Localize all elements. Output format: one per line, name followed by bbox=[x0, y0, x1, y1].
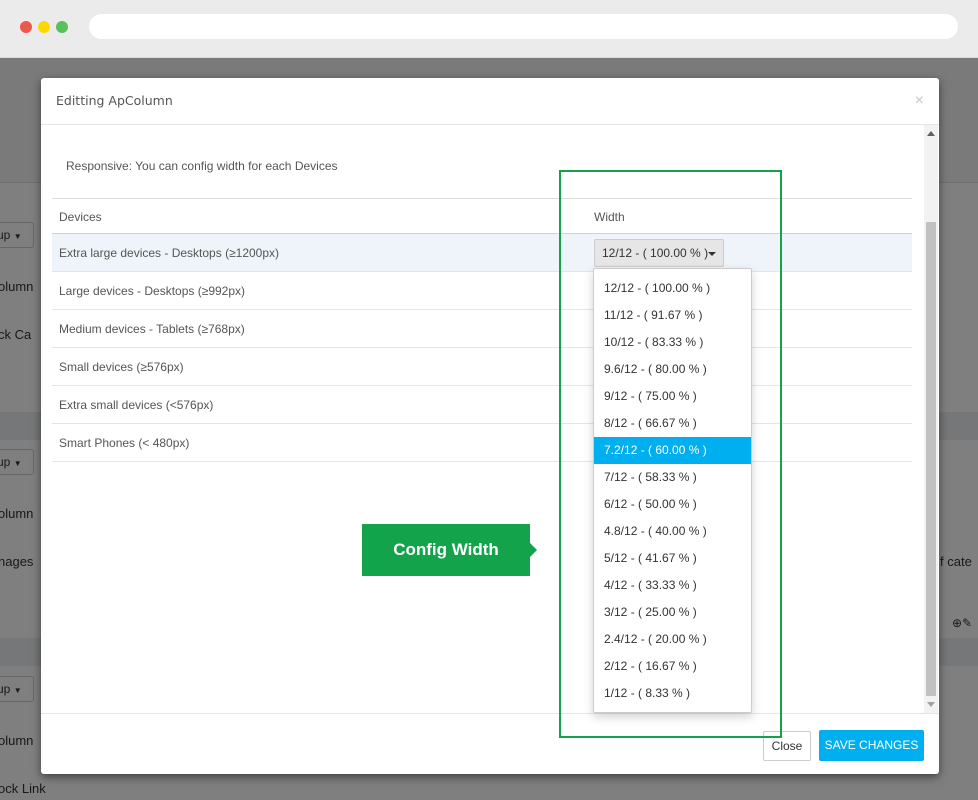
address-bar[interactable] bbox=[89, 14, 958, 39]
device-label: Smart Phones (< 480px) bbox=[59, 436, 190, 450]
modal-scrollbar[interactable] bbox=[924, 125, 938, 713]
modal-body: Responsive: You can config width for eac… bbox=[41, 125, 939, 713]
window-minimize-dot[interactable] bbox=[38, 21, 50, 33]
table-row: Medium devices - Tablets (≥768px) bbox=[52, 310, 912, 348]
annotation-highlight-box bbox=[559, 170, 782, 738]
modal-footer: Close SAVE CHANGES bbox=[41, 713, 939, 774]
annotation-callout: Config Width bbox=[362, 524, 530, 576]
scroll-up-icon[interactable] bbox=[927, 131, 935, 136]
window-close-dot[interactable] bbox=[20, 21, 32, 33]
device-label: Large devices - Desktops (≥992px) bbox=[59, 284, 246, 298]
table-row: Extra small devices (<576px) bbox=[52, 386, 912, 424]
modal-title: Editting ApColumn bbox=[56, 93, 173, 108]
browser-chrome bbox=[0, 0, 978, 58]
responsive-width-table: Devices Width Extra large devices - Desk… bbox=[52, 198, 912, 462]
intro-text: Responsive: You can config width for eac… bbox=[66, 159, 338, 173]
device-label: Medium devices - Tablets (≥768px) bbox=[59, 322, 245, 336]
table-row: Extra large devices - Desktops (≥1200px)… bbox=[52, 234, 912, 272]
window-maximize-dot[interactable] bbox=[56, 21, 68, 33]
device-label: Small devices (≥576px) bbox=[59, 360, 184, 374]
modal-header: Editting ApColumn × bbox=[41, 78, 939, 125]
device-label: Extra large devices - Desktops (≥1200px) bbox=[59, 246, 280, 260]
table-row: Small devices (≥576px) bbox=[52, 348, 912, 386]
table-row: Large devices - Desktops (≥992px) bbox=[52, 272, 912, 310]
close-icon[interactable]: × bbox=[915, 92, 924, 110]
table-header: Devices Width bbox=[52, 198, 912, 234]
device-label: Extra small devices (<576px) bbox=[59, 398, 214, 412]
scrollbar-thumb[interactable] bbox=[926, 222, 936, 696]
table-row: Smart Phones (< 480px) bbox=[52, 424, 912, 462]
edit-column-modal: Editting ApColumn × Responsive: You can … bbox=[41, 78, 939, 774]
save-changes-button[interactable]: SAVE CHANGES bbox=[819, 730, 924, 761]
header-devices: Devices bbox=[59, 210, 102, 224]
scroll-down-icon[interactable] bbox=[927, 702, 935, 707]
callout-arrow-icon bbox=[530, 543, 537, 557]
